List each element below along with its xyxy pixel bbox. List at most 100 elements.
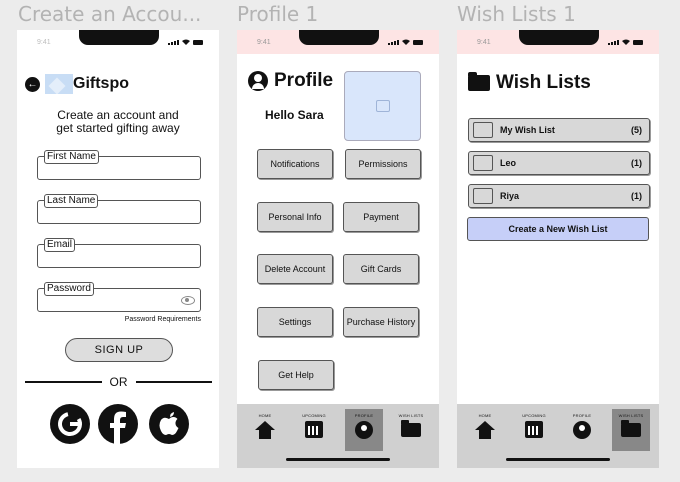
google-icon[interactable] bbox=[50, 404, 90, 444]
sign-up-button[interactable]: SIGN UP bbox=[65, 338, 173, 362]
calendar-icon bbox=[305, 421, 323, 438]
list-item-name: Riya bbox=[500, 191, 520, 201]
wifi-icon bbox=[402, 39, 410, 45]
list-item[interactable]: My Wish List (5) bbox=[468, 118, 650, 142]
notifications-button[interactable]: Notifications bbox=[257, 149, 333, 179]
nav-profile[interactable]: PROFILE bbox=[345, 409, 383, 451]
permissions-button[interactable]: Permissions bbox=[345, 149, 421, 179]
status-icons bbox=[168, 39, 203, 45]
first-name-label: First Name bbox=[44, 150, 99, 164]
list-item-checkbox[interactable] bbox=[473, 188, 493, 204]
home-icon bbox=[475, 421, 495, 439]
nav-upcoming[interactable]: UPCOMING bbox=[515, 409, 553, 451]
apple-icon[interactable] bbox=[149, 404, 189, 444]
payment-button[interactable]: Payment bbox=[343, 202, 419, 232]
eye-icon[interactable] bbox=[181, 296, 195, 305]
last-name-label: Last Name bbox=[44, 194, 99, 208]
status-bar: 9:41 bbox=[17, 30, 219, 54]
home-icon bbox=[255, 421, 275, 439]
nav-home[interactable]: HOME bbox=[246, 409, 284, 451]
logo-row: ← Giftspo bbox=[25, 74, 129, 94]
status-time: 9:41 bbox=[257, 39, 271, 46]
notch bbox=[299, 30, 379, 45]
nav-profile-label: PROFILE bbox=[354, 413, 374, 418]
signal-icon bbox=[168, 39, 179, 45]
battery-icon bbox=[633, 39, 643, 45]
list-item-count: (1) bbox=[631, 158, 642, 168]
list-item-name: Leo bbox=[500, 158, 517, 168]
nav-wishlists[interactable]: WISH LISTS bbox=[392, 409, 430, 451]
status-bar: 9:41 bbox=[457, 30, 659, 54]
battery-icon bbox=[413, 39, 423, 45]
frame-title-signup: Create an Accou... bbox=[18, 2, 202, 26]
nav-home-label: HOME bbox=[478, 413, 492, 418]
create-wish-list-button[interactable]: Create a New Wish List bbox=[467, 217, 649, 241]
nav-profile-label: PROFILE bbox=[572, 413, 592, 418]
wishlists-screen: 9:41 Wish Lists My Wish List (5) Leo (1)… bbox=[457, 30, 659, 468]
bottom-nav: HOME UPCOMING PROFILE WISH LISTS bbox=[237, 404, 439, 468]
list-item[interactable]: Leo (1) bbox=[468, 151, 650, 175]
personal-info-button[interactable]: Personal Info bbox=[257, 202, 333, 232]
page-title: Profile bbox=[248, 70, 333, 92]
tagline: Create an account and get started giftin… bbox=[17, 109, 219, 135]
or-text: OR bbox=[109, 375, 128, 389]
gift-cards-button[interactable]: Gift Cards bbox=[343, 254, 419, 284]
home-indicator bbox=[506, 458, 610, 461]
page-title-text: Profile bbox=[274, 70, 334, 91]
status-time: 9:41 bbox=[477, 39, 491, 46]
folder-icon bbox=[621, 420, 641, 437]
settings-button[interactable]: Settings bbox=[257, 307, 333, 337]
battery-icon bbox=[193, 39, 203, 45]
divider-line bbox=[135, 381, 212, 383]
back-arrow-icon[interactable]: ← bbox=[25, 76, 40, 92]
nav-home[interactable]: HOME bbox=[466, 409, 504, 451]
nav-profile[interactable]: PROFILE bbox=[563, 409, 601, 451]
page-title-text: Wish Lists bbox=[496, 72, 591, 93]
nav-wishlists-label: WISH LISTS bbox=[618, 413, 644, 418]
list-item-count: (1) bbox=[631, 191, 642, 201]
or-divider: OR bbox=[25, 375, 212, 389]
list-item[interactable]: Riya (1) bbox=[468, 184, 650, 208]
signup-screen: 9:41 ← Giftspo Create an account and get… bbox=[17, 30, 219, 468]
get-help-button[interactable]: Get Help bbox=[258, 360, 334, 390]
signal-icon bbox=[608, 39, 619, 45]
tagline-line-2: get started gifting away bbox=[56, 121, 180, 135]
home-indicator bbox=[286, 458, 390, 461]
nav-upcoming-label: UPCOMING bbox=[302, 413, 326, 418]
password-requirements-link[interactable]: Password Requirements bbox=[125, 316, 201, 323]
calendar-icon bbox=[525, 421, 543, 438]
folder-icon bbox=[468, 72, 490, 91]
nav-wishlists-label: WISH LISTS bbox=[398, 413, 424, 418]
delete-account-button[interactable]: Delete Account bbox=[257, 254, 333, 284]
notch bbox=[79, 30, 159, 45]
list-item-name: My Wish List bbox=[500, 125, 555, 135]
list-item-checkbox[interactable] bbox=[473, 155, 493, 171]
profile-photo-placeholder[interactable] bbox=[344, 71, 421, 141]
bottom-nav: HOME UPCOMING PROFILE WISH LISTS bbox=[457, 404, 659, 468]
wifi-icon bbox=[622, 39, 630, 45]
user-icon bbox=[248, 71, 268, 91]
logo-image bbox=[45, 74, 73, 94]
list-item-checkbox[interactable] bbox=[473, 122, 493, 138]
frame-title-wishlists: Wish Lists 1 bbox=[457, 2, 576, 26]
list-item-count: (5) bbox=[631, 125, 642, 135]
page-title: Wish Lists bbox=[468, 72, 591, 94]
status-icons bbox=[608, 39, 643, 45]
folder-icon bbox=[401, 420, 421, 437]
account-icon bbox=[573, 421, 591, 439]
nav-upcoming-label: UPCOMING bbox=[522, 413, 546, 418]
frame-title-profile: Profile 1 bbox=[237, 2, 319, 26]
facebook-icon[interactable] bbox=[98, 404, 138, 444]
nav-wishlists[interactable]: WISH LISTS bbox=[612, 409, 650, 451]
divider-line bbox=[25, 381, 102, 383]
nav-upcoming[interactable]: UPCOMING bbox=[295, 409, 333, 451]
logo-text: Giftspo bbox=[73, 75, 129, 92]
signal-icon bbox=[388, 39, 399, 45]
profile-screen: 9:41 Profile Hello Sara Notifications Pe… bbox=[237, 30, 439, 468]
account-icon bbox=[355, 421, 373, 439]
greeting: Hello Sara bbox=[265, 108, 324, 122]
status-icons bbox=[388, 39, 423, 45]
notch bbox=[519, 30, 599, 45]
purchase-history-button[interactable]: Purchase History bbox=[343, 307, 419, 337]
status-bar: 9:41 bbox=[237, 30, 439, 54]
